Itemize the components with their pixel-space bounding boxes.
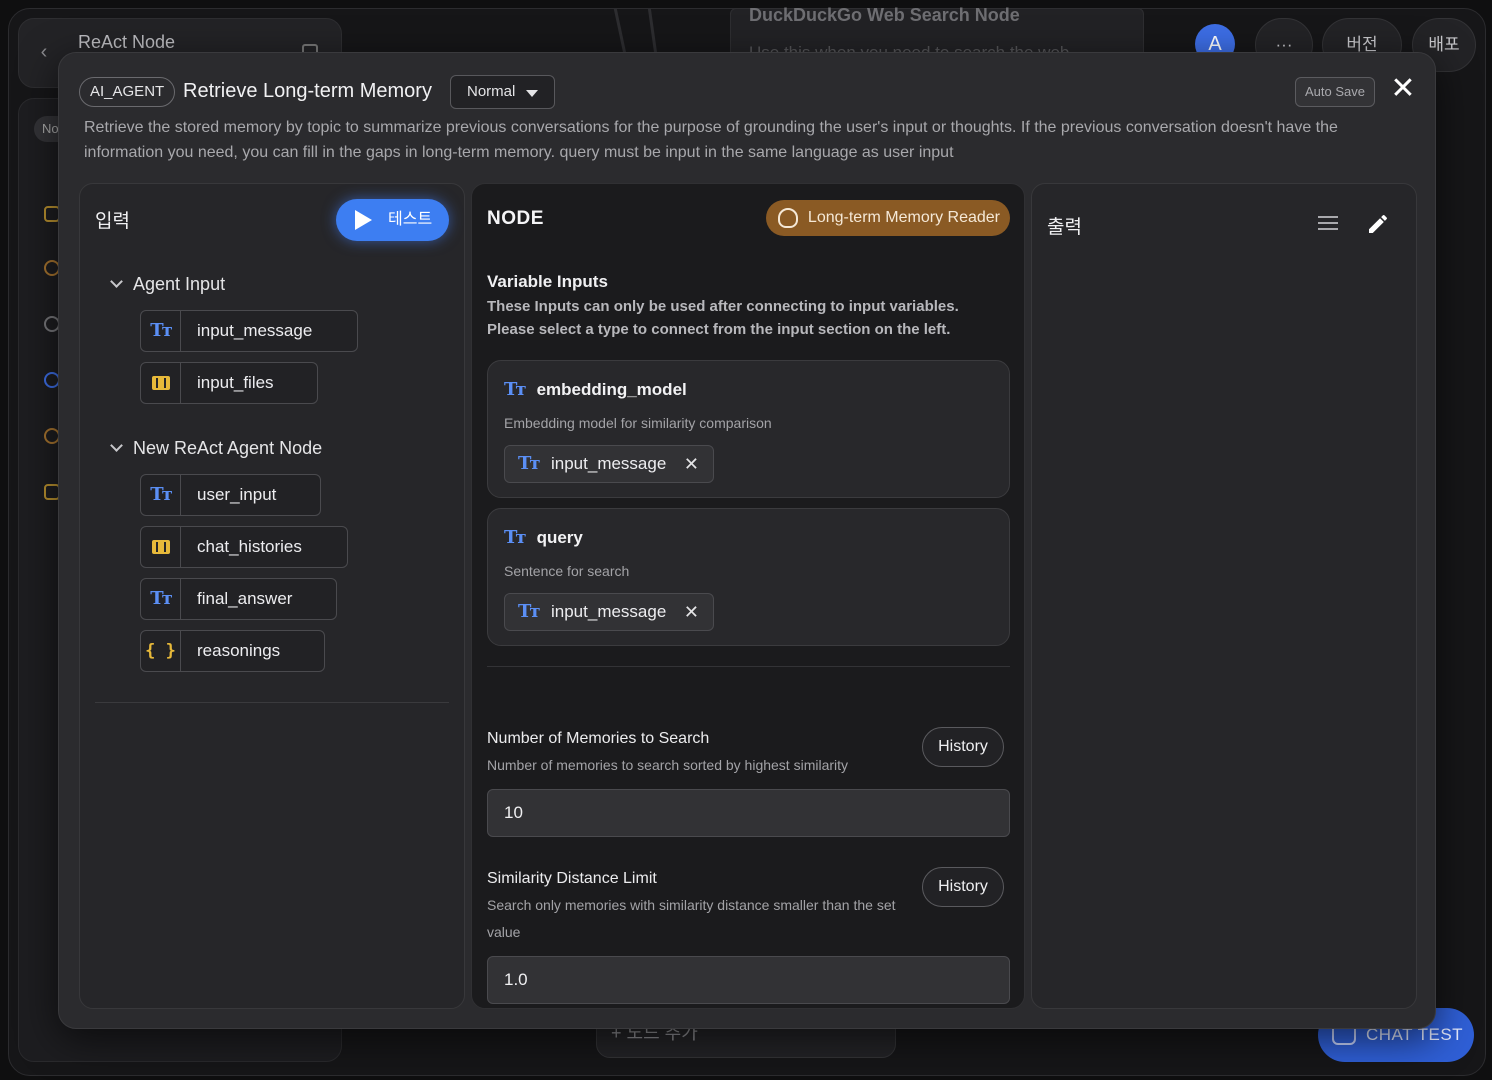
- close-icon[interactable]: ✕: [1387, 73, 1419, 105]
- group-agent-input[interactable]: Agent Input: [110, 274, 226, 295]
- menu-icon[interactable]: [1318, 216, 1338, 230]
- similarity-limit-input[interactable]: 1.0: [487, 956, 1010, 1004]
- num-memories-input[interactable]: 10: [487, 789, 1010, 837]
- play-icon: [355, 210, 372, 230]
- input-var-chat-histories[interactable]: chat_histories: [140, 526, 348, 568]
- pencil-icon[interactable]: [1366, 212, 1390, 236]
- array-icon: [141, 527, 181, 567]
- bound-variable-label: input_message: [551, 454, 667, 473]
- array-icon: [141, 363, 181, 403]
- test-button[interactable]: 테스트: [336, 199, 449, 241]
- object-icon: { }: [141, 631, 181, 671]
- mode-select[interactable]: Normal: [450, 75, 555, 109]
- variable-card-query: Tт query Sentence for search Tт input_mes…: [487, 508, 1010, 646]
- group-new-react-agent-node[interactable]: New ReAct Agent Node: [110, 438, 323, 459]
- variable-name-label: embedding_model: [536, 380, 687, 399]
- mode-select-value: Normal: [467, 83, 516, 100]
- text-type-icon: Tт: [141, 475, 181, 515]
- divider: [95, 702, 449, 703]
- input-var-user-input[interactable]: Tт user_input: [140, 474, 321, 516]
- node-description: Retrieve the stored memory by topic to s…: [84, 119, 1338, 161]
- output-panel: 출력: [1031, 183, 1417, 1009]
- canvas-node-title: DuckDuckGo Web Search Node: [749, 5, 1020, 25]
- field-help-similarity-limit: Search only memories with similarity dis…: [487, 897, 896, 940]
- remove-icon[interactable]: ✕: [684, 594, 699, 630]
- variable-card-embedding-model: Tт embedding_model Embedding model for si…: [487, 360, 1010, 498]
- text-type-icon: Tт: [504, 527, 527, 548]
- input-var-input-files[interactable]: input_files: [140, 362, 318, 404]
- modal-header: AI_AGENT Retrieve Long-term Memory Norma…: [79, 73, 1416, 111]
- variable-desc: Sentence for search: [504, 563, 630, 579]
- variable-desc: Embedding model for similarity compariso…: [504, 415, 772, 431]
- history-button-num-memories[interactable]: History: [922, 727, 1004, 767]
- text-type-icon: Tт: [141, 579, 181, 619]
- brain-icon: [777, 208, 798, 228]
- input-var-label: input_message: [197, 321, 313, 340]
- input-var-label: chat_histories: [197, 537, 302, 556]
- input-panel: 입력 테스트 Agent Input Tт input_message inpu…: [79, 183, 465, 1009]
- field-help-num-memories: Number of memories to search sorted by h…: [487, 757, 849, 773]
- bound-variable-chip[interactable]: Tт input_message ✕: [504, 445, 714, 483]
- input-var-input-message[interactable]: Tт input_message: [140, 310, 358, 352]
- field-label-num-memories: Number of Memories to Search: [487, 730, 710, 747]
- text-type-icon: Tт: [504, 379, 527, 400]
- chevron-down-icon: [110, 275, 123, 288]
- auto-save-badge[interactable]: Auto Save: [1295, 77, 1375, 107]
- variable-name: Tт embedding_model: [504, 379, 687, 400]
- input-var-reasonings[interactable]: { } reasonings: [140, 630, 325, 672]
- node-title[interactable]: Retrieve Long-term Memory: [183, 80, 432, 103]
- caret-down-icon: [526, 90, 538, 97]
- bound-variable-chip[interactable]: Tт input_message ✕: [504, 593, 714, 631]
- node-type-badge: AI_AGENT: [79, 77, 176, 107]
- group-label: Agent Input: [133, 274, 226, 294]
- text-type-icon: Tт: [141, 311, 181, 351]
- input-var-label: final_answer: [197, 589, 293, 608]
- variable-inputs-subtitle: These Inputs can only be used after conn…: [487, 298, 959, 338]
- test-button-label: 테스트: [388, 211, 433, 228]
- input-var-label: reasonings: [197, 641, 281, 660]
- remove-icon[interactable]: ✕: [684, 446, 699, 482]
- node-kind-label: Long-term Memory Reader: [807, 209, 1000, 226]
- divider: [487, 666, 1010, 667]
- node-kind-badge: Long-term Memory Reader: [765, 200, 1010, 236]
- node-panel: NODE Long-term Memory Reader Variable In…: [471, 183, 1025, 1009]
- field-label-similarity-limit: Similarity Distance Limit: [487, 870, 657, 887]
- app-title: ReAct Node: [78, 32, 176, 52]
- variable-name-label: query: [536, 528, 583, 547]
- history-button-similarity-limit[interactable]: History: [922, 867, 1004, 907]
- input-var-final-answer[interactable]: Tт final_answer: [140, 578, 337, 620]
- bound-variable-label: input_message: [551, 602, 667, 621]
- output-panel-heading: 출력: [1047, 217, 1082, 238]
- input-var-label: input_files: [197, 373, 274, 392]
- group-label: New ReAct Agent Node: [133, 438, 323, 458]
- variable-inputs-title: Variable Inputs: [487, 272, 608, 291]
- text-type-icon: Tт: [518, 601, 541, 622]
- variable-name: Tт query: [504, 527, 583, 548]
- input-panel-heading: 입력: [95, 211, 130, 232]
- chevron-down-icon: [110, 439, 123, 452]
- input-var-label: user_input: [197, 485, 277, 504]
- text-type-icon: Tт: [518, 453, 541, 474]
- node-editor-modal: AI_AGENT Retrieve Long-term Memory Norma…: [58, 52, 1436, 1029]
- back-icon[interactable]: ‹: [30, 38, 58, 66]
- node-panel-heading: NODE: [487, 208, 544, 229]
